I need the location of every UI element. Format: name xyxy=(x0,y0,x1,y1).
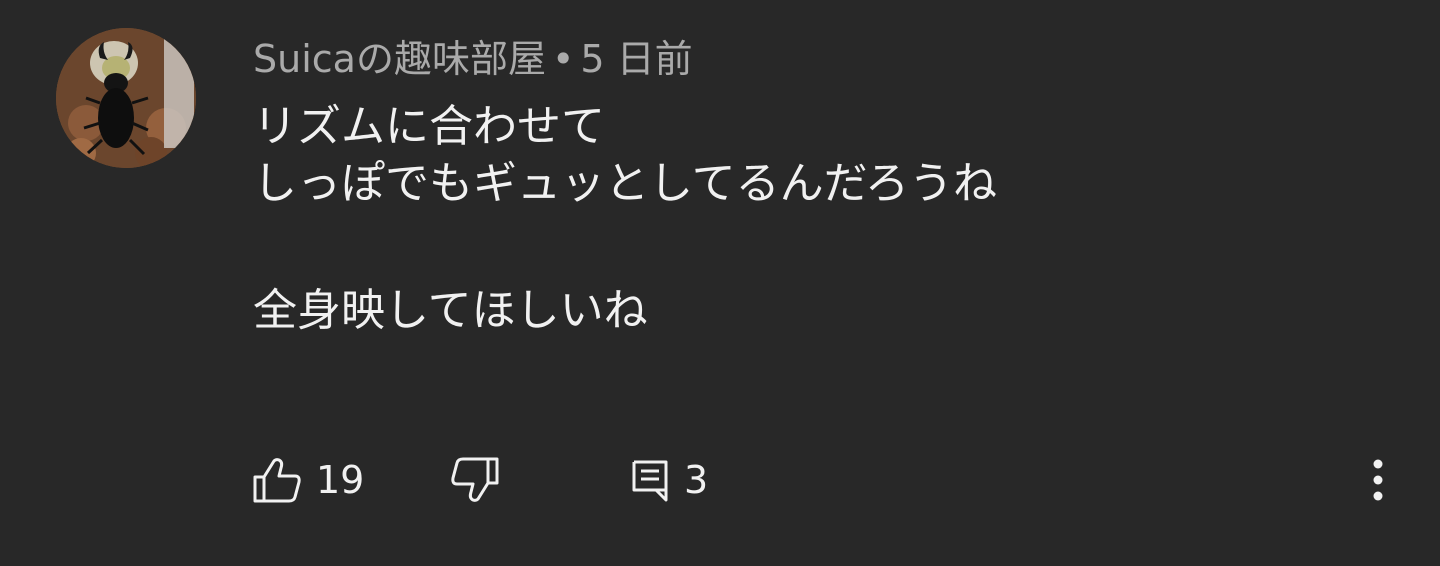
reply-button[interactable]: 3 xyxy=(630,448,708,512)
like-button[interactable]: 19 xyxy=(252,448,364,512)
like-count: 19 xyxy=(316,458,365,502)
meta-separator: • xyxy=(551,37,575,81)
more-vertical-icon xyxy=(1373,459,1383,501)
comment-line: リズムに合わせて xyxy=(253,101,605,152)
more-options-button[interactable] xyxy=(1360,448,1396,512)
author-name[interactable]: Suicaの趣味部屋 xyxy=(253,37,546,81)
thumbs-down-icon xyxy=(451,457,499,502)
comment-body: リズムに合わせて しっぽでもギュッとしてるんだろうね 全身映してほしいね xyxy=(253,98,1353,339)
stag-beetle-avatar xyxy=(56,28,196,168)
thumbs-up-icon xyxy=(253,458,301,503)
comment-timestamp[interactable]: 5 日前 xyxy=(580,37,692,81)
comment-meta: Suicaの趣味部屋 • 5 日前 xyxy=(253,34,693,84)
comment-line: 全身映してほしいね xyxy=(253,285,648,336)
comment-line: しっぽでもギュッとしてるんだろうね xyxy=(253,158,998,209)
comment-blank-line xyxy=(253,212,1353,282)
dislike-button[interactable] xyxy=(448,448,500,512)
reply-count: 3 xyxy=(684,458,709,502)
author-avatar[interactable] xyxy=(56,28,196,168)
comment-icon xyxy=(632,460,668,502)
comment-actions: 19 3 xyxy=(0,448,1440,512)
